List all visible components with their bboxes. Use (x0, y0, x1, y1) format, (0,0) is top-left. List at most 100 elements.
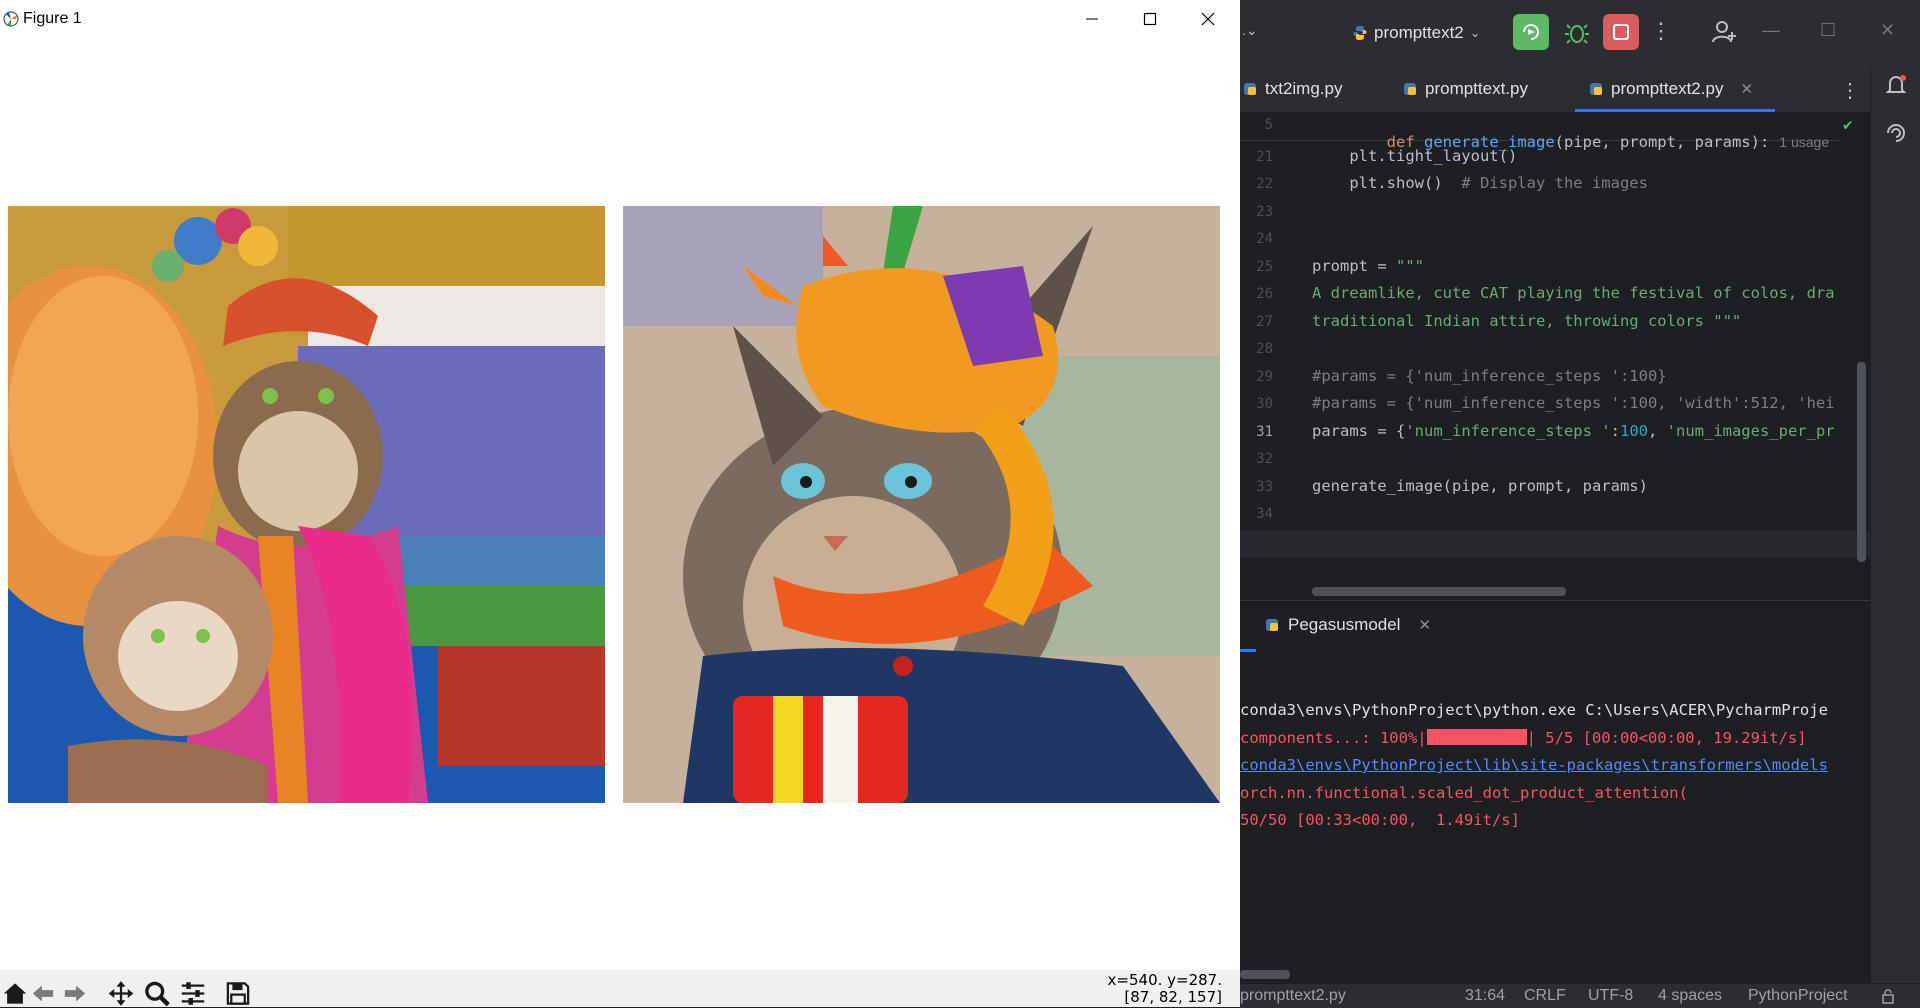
figure-title: Figure 1 (23, 10, 82, 27)
code-text: : (1610, 422, 1620, 440)
status-interpreter[interactable]: PythonProject (1748, 987, 1848, 1005)
tab-label: prompttext2.py (1611, 79, 1724, 98)
editor-vertical-scrollbar[interactable] (1857, 362, 1866, 562)
status-encoding[interactable]: UTF-8 (1588, 987, 1633, 1005)
cursor-pixel-value: [87, 82, 157] (1124, 988, 1222, 1006)
code-string: 'num_images_per_pr (1666, 422, 1835, 440)
line-number: 29 (1256, 369, 1273, 385)
run-tool-window: Pegasusmodel ✕ conda3\envs\PythonProject… (1240, 600, 1870, 1008)
python-icon (1244, 83, 1256, 95)
tab-label: txt2img.py (1265, 79, 1343, 98)
run-configuration-selector[interactable]: prompttext2 ⌄ (1352, 18, 1481, 48)
close-button[interactable] (1179, 0, 1237, 38)
code-args: (pipe, prompt, params): (1554, 133, 1770, 151)
menu-caret-icon[interactable]: .⌄ (1242, 22, 1258, 39)
cursor-coordinates: x=540. y=287. [87, 82, 157] (1108, 972, 1222, 1006)
maximize-button[interactable] (1121, 0, 1179, 38)
notifications-icon[interactable] (1883, 72, 1909, 98)
matplotlib-icon (3, 11, 19, 27)
console-line: 50/50 [00:33<00:00, 1.49it/s] (1240, 811, 1520, 829)
sticky-header: 5 def generate_image(pipe, prompt, param… (1240, 112, 1854, 151)
save-icon[interactable] (223, 980, 253, 1007)
line-number: 24 (1256, 231, 1273, 247)
home-icon[interactable] (0, 980, 30, 1007)
back-arrow-icon[interactable] (28, 980, 58, 1007)
run-tab-close-icon[interactable]: ✕ (1418, 616, 1431, 634)
run-tab-label: Pegasusmodel (1288, 615, 1401, 634)
console-progress-line: components...: 100%| | 5/5 [00:00<00:00, … (1240, 729, 1807, 747)
line-number: 5 (1264, 117, 1273, 133)
minimize-icon (1086, 18, 1098, 20)
progress-bar (1426, 729, 1527, 745)
generated-image-2 (623, 206, 1220, 803)
figure-window: Figure 1 x=540. y=287. [87, 82, 157] (0, 0, 1240, 1007)
code-text: params = { (1312, 422, 1406, 440)
ai-assistant-icon[interactable] (1883, 120, 1909, 146)
generated-image-1 (8, 206, 605, 803)
code-line: plt.tight_layout() (1312, 147, 1518, 165)
python-icon (1353, 26, 1367, 40)
run-configuration-name: prompttext2 (1374, 23, 1464, 42)
code-line: prompt = """ (1312, 257, 1424, 275)
minimize-button[interactable] (1063, 0, 1121, 38)
line-number: 25 (1256, 259, 1273, 275)
line-number: 30 (1256, 396, 1273, 412)
ide-main-toolbar: .⌄ prompttext2 ⌄ ⋮ — ☐ ✕ (1240, 0, 1920, 67)
stop-button[interactable] (1603, 14, 1639, 50)
pan-icon[interactable] (106, 980, 136, 1007)
line-number: 26 (1256, 286, 1273, 302)
tab-prompttext2[interactable]: prompttext2.py ✕ (1588, 66, 1753, 112)
line-number: 28 (1256, 341, 1273, 357)
console-line: conda3\envs\PythonProject\python.exe C:\… (1240, 701, 1828, 719)
code-text: , (1647, 422, 1667, 440)
rerun-button[interactable] (1513, 14, 1549, 50)
tab-txt2img[interactable]: txt2img.py (1242, 66, 1342, 112)
zoom-icon[interactable] (142, 980, 172, 1007)
editor-horizontal-scrollbar[interactable] (1312, 587, 1566, 596)
status-indent[interactable]: 4 spaces (1658, 987, 1722, 1005)
line-number: 32 (1256, 451, 1273, 467)
usage-hint[interactable]: 1 usage (1779, 134, 1829, 150)
code-string: traditional Indian attire, throwing colo… (1312, 312, 1742, 330)
status-line-separator[interactable]: CRLF (1524, 987, 1566, 1005)
right-tool-strip (1870, 66, 1920, 1007)
ide-minimize-icon[interactable]: — (1762, 20, 1780, 41)
tab-close-icon[interactable]: ✕ (1740, 80, 1753, 98)
console-text: | 5/5 [00:00<00:00, 19.29it/s] (1526, 729, 1807, 747)
code-number: 100 (1619, 422, 1648, 440)
run-tab-indicator (1240, 649, 1256, 652)
console-file-link[interactable]: conda3\envs\PythonProject\lib\site-packa… (1240, 756, 1828, 774)
python-icon (1404, 83, 1416, 95)
figure-toolbar: x=540. y=287. [87, 82, 157] (0, 970, 1240, 1007)
ide-maximize-icon[interactable]: ☐ (1820, 20, 1836, 41)
tab-prompttext[interactable]: prompttext.py (1402, 66, 1528, 112)
ide-close-icon[interactable]: ✕ (1880, 20, 1895, 41)
status-bar: prompttext2.py 31:64 CRLF UTF-8 4 spaces… (1240, 983, 1920, 1008)
line-number: 23 (1256, 204, 1273, 220)
bug-icon (1565, 24, 1589, 44)
inspection-ok-icon[interactable]: ✔ (1842, 118, 1854, 134)
code-editor[interactable]: 5 def generate_image(pipe, prompt, param… (1240, 112, 1870, 600)
console-horizontal-scrollbar[interactable] (1240, 970, 1290, 979)
code-comment: # Display the images (1461, 174, 1648, 192)
code-text: prompt = (1312, 257, 1396, 275)
code-line: plt.show() # Display the images (1312, 174, 1648, 192)
debug-button[interactable] (1559, 14, 1595, 50)
line-number: 27 (1256, 314, 1273, 330)
console-line: orch.nn.functional.scaled_dot_product_at… (1240, 784, 1688, 802)
lock-icon[interactable] (1880, 988, 1896, 1004)
run-tab[interactable]: Pegasusmodel ✕ (1264, 607, 1431, 643)
more-actions-icon[interactable]: ⋮ (1650, 18, 1672, 44)
pycharm-window: .⌄ prompttext2 ⌄ ⋮ — ☐ ✕ txt2img.py prom… (1240, 0, 1920, 1008)
forward-arrow-icon[interactable] (60, 980, 90, 1007)
tabs-more-icon[interactable]: ⋮ (1840, 78, 1860, 103)
line-number: 34 (1256, 506, 1273, 522)
subplots-config-icon[interactable] (178, 980, 208, 1007)
python-icon (1266, 619, 1278, 631)
add-user-icon[interactable] (1710, 18, 1738, 46)
rerun-icon (1523, 24, 1539, 40)
status-caret-position[interactable]: 31:64 (1465, 987, 1505, 1005)
console-text: components...: 100%| (1240, 729, 1427, 747)
status-file[interactable]: prompttext2.py (1240, 987, 1346, 1005)
line-number: 33 (1256, 479, 1273, 495)
